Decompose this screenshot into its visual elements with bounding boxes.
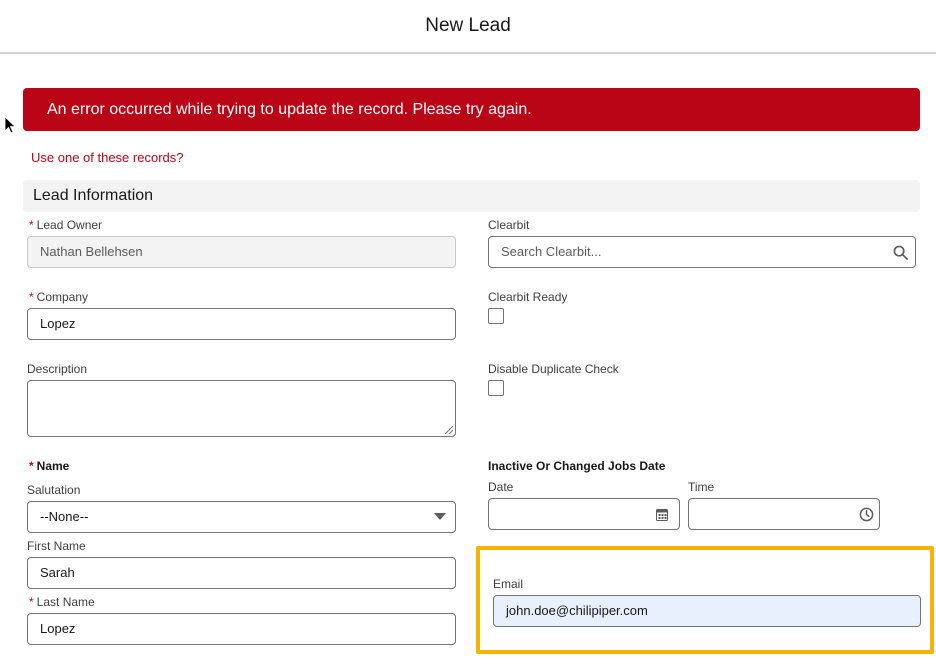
time-input[interactable]: [688, 498, 880, 530]
date-label: Date: [488, 480, 514, 494]
clearbit-ready-checkbox[interactable]: [488, 308, 504, 324]
email-label: Email: [493, 577, 524, 591]
clock-icon[interactable]: [859, 507, 874, 522]
salutation-select[interactable]: --None--: [27, 501, 456, 533]
last-name-label: * Last Name: [29, 595, 95, 609]
name-label: * Name: [29, 459, 70, 473]
time-label: Time: [688, 480, 715, 494]
section-header-lead-information[interactable]: Lead Information: [23, 180, 920, 212]
lead-owner-label: * Lead Owner: [29, 218, 103, 232]
first-name-label: First Name: [27, 539, 86, 553]
modal-header: New Lead: [0, 0, 936, 54]
clearbit-label: Clearbit: [488, 218, 530, 232]
error-banner: An error occurred while trying to update…: [23, 88, 920, 131]
page-title: New Lead: [425, 15, 511, 36]
description-textarea[interactable]: [27, 380, 456, 437]
calendar-icon[interactable]: [656, 508, 668, 521]
clearbit-placeholder: Search Clearbit...: [501, 244, 602, 259]
date-input[interactable]: [488, 498, 680, 530]
description-label: Description: [27, 362, 88, 376]
section-title: Lead Information: [33, 187, 154, 204]
salutation-label: Salutation: [27, 483, 81, 497]
resize-grip-icon[interactable]: [445, 426, 453, 434]
disable-duplicate-check-checkbox[interactable]: [488, 380, 504, 396]
clearbit-search-input[interactable]: Search Clearbit...: [488, 236, 916, 268]
email-input[interactable]: john.doe@chilipiper.com: [493, 595, 921, 627]
company-label: * Company: [29, 290, 89, 304]
inactive-jobs-date-label: Inactive Or Changed Jobs Date: [488, 459, 666, 473]
chevron-down-icon: [434, 513, 446, 520]
error-message: An error occurred while trying to update…: [47, 101, 532, 118]
disable-duplicate-check-label: Disable Duplicate Check: [488, 362, 619, 376]
duplicate-records-link[interactable]: Use one of these records?: [31, 150, 183, 165]
first-name-input[interactable]: Sarah: [27, 557, 456, 589]
lead-owner-field: Nathan Bellehsen: [27, 236, 456, 268]
clearbit-ready-label: Clearbit Ready: [488, 290, 568, 304]
email-highlight-box: Email john.doe@chilipiper.com: [476, 546, 934, 654]
search-icon: [893, 245, 908, 260]
salutation-value: --None--: [40, 509, 89, 524]
last-name-input[interactable]: Lopez: [27, 613, 456, 645]
cursor-icon: [4, 116, 16, 134]
company-input[interactable]: Lopez: [27, 308, 456, 340]
